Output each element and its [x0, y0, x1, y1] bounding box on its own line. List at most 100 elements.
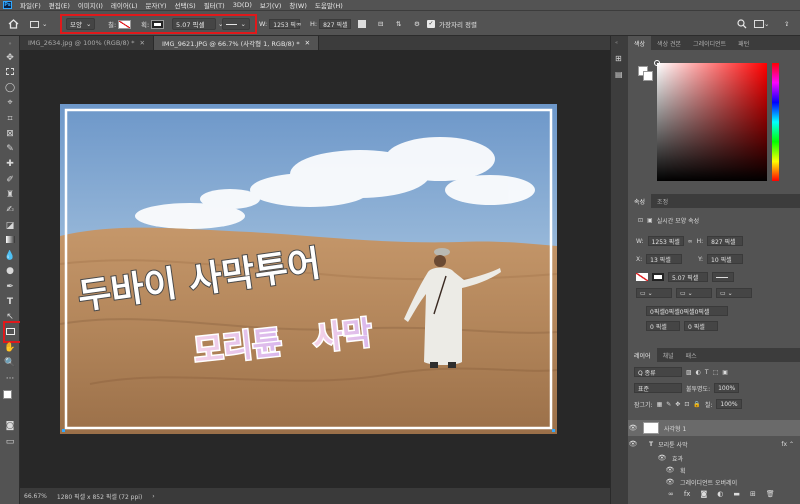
- props-width-field[interactable]: 1253 픽셀: [647, 236, 684, 246]
- props-stroke-width-field[interactable]: 5.07 픽셀: [668, 272, 708, 282]
- brush-tool-icon[interactable]: ✐: [4, 174, 16, 186]
- menu-3d[interactable]: 3D(D): [233, 1, 252, 9]
- share-icon[interactable]: ⇪: [784, 18, 789, 30]
- type-tool-icon[interactable]: T: [4, 296, 16, 308]
- props-stroke-swatch[interactable]: [652, 273, 664, 281]
- new-group-icon[interactable]: ▬: [733, 490, 740, 498]
- tab-patterns[interactable]: 패턴: [732, 36, 755, 50]
- tab-swatches[interactable]: 색상 견본: [651, 36, 687, 50]
- settings-gear-icon[interactable]: ⚙: [414, 18, 420, 30]
- pen-tool-icon[interactable]: ✒: [4, 281, 16, 293]
- tab-layers[interactable]: 레이어: [628, 348, 657, 362]
- status-arrow-icon[interactable]: ›: [152, 493, 154, 500]
- search-icon[interactable]: [737, 18, 747, 30]
- home-icon[interactable]: [8, 18, 19, 30]
- layer-effect-gradient-row[interactable]: 👁 그레이디언트 오버레이: [628, 476, 800, 488]
- width-field[interactable]: W: 1253 픽: [259, 18, 300, 30]
- path-alignment-icon[interactable]: ⊟: [378, 18, 383, 30]
- zoom-tool-icon[interactable]: 🔍: [4, 357, 16, 369]
- menu-help[interactable]: 도움말(H): [315, 0, 343, 10]
- fill-opacity-field[interactable]: 100%: [716, 399, 742, 409]
- frame-tool-icon[interactable]: ⊠: [4, 128, 16, 140]
- props-stroke-caps-dropdown[interactable]: ▭ ⌄: [676, 288, 712, 298]
- visibility-eye-icon[interactable]: 👁: [628, 440, 638, 448]
- menu-image[interactable]: 이미지(I): [78, 0, 103, 10]
- crop-tool-icon[interactable]: ⌗: [4, 113, 16, 125]
- props-stroke-corners-dropdown[interactable]: ▭ ⌄: [716, 288, 752, 298]
- tool-preset-picker[interactable]: ⌄: [30, 18, 47, 30]
- blur-tool-icon[interactable]: 💧: [4, 250, 16, 262]
- path-operations-icon[interactable]: [358, 18, 366, 30]
- layer-row-rectangle[interactable]: 👁 사각형 1: [628, 420, 800, 436]
- eraser-tool-icon[interactable]: ◪: [4, 220, 16, 232]
- tab-adjustments[interactable]: 조정: [651, 194, 674, 208]
- collapse-tools-icon[interactable]: »: [4, 38, 16, 50]
- menu-layer[interactable]: 레이어(L): [111, 0, 138, 10]
- delete-layer-icon[interactable]: 🗑: [766, 490, 775, 498]
- lock-pixels-icon[interactable]: ✎: [666, 401, 671, 408]
- filter-shape-icon[interactable]: ⬚: [713, 369, 719, 376]
- path-arrangement-icon[interactable]: ⇅: [396, 18, 401, 30]
- close-icon[interactable]: ✕: [305, 39, 310, 47]
- history-brush-tool-icon[interactable]: ✍: [4, 204, 16, 216]
- add-style-icon[interactable]: fx: [684, 490, 691, 498]
- lock-position-icon[interactable]: ✥: [675, 401, 680, 408]
- menu-window[interactable]: 창(W): [289, 0, 306, 10]
- tab-properties[interactable]: 속성: [628, 194, 652, 208]
- tab-img-9621[interactable]: IMG_9621.JPG @ 66.7% (사각형 1, RGB/8) * ✕: [153, 36, 320, 50]
- color-picker-field[interactable]: [654, 60, 767, 181]
- lock-transparent-icon[interactable]: ▦: [657, 401, 663, 408]
- filter-smart-icon[interactable]: ▣: [722, 369, 728, 376]
- more-tools-icon[interactable]: ···: [4, 373, 16, 385]
- link-icon[interactable]: ∞: [296, 18, 301, 30]
- tab-channels[interactable]: 채널: [657, 348, 680, 362]
- props-fill-swatch[interactable]: [636, 273, 648, 281]
- visibility-eye-icon[interactable]: 👁: [665, 478, 675, 486]
- close-icon[interactable]: ✕: [140, 39, 145, 47]
- hue-slider[interactable]: [772, 63, 779, 181]
- quick-select-tool-icon[interactable]: ⌖: [4, 97, 16, 109]
- filter-adjustment-icon[interactable]: ◐: [696, 369, 701, 376]
- height-field[interactable]: H: 827 픽셀: [310, 18, 352, 30]
- align-edges-option[interactable]: ✓ 가장자리 정렬: [427, 18, 477, 30]
- props-corner-1-field[interactable]: 0 픽셀: [646, 321, 680, 331]
- clone-stamp-tool-icon[interactable]: ♜: [4, 189, 16, 201]
- tab-color[interactable]: 색상: [628, 36, 652, 50]
- marquee-tool-icon[interactable]: [4, 67, 16, 79]
- layer-name[interactable]: 사각형 1: [664, 424, 686, 433]
- visibility-eye-icon[interactable]: 👁: [628, 424, 638, 432]
- selection-handle[interactable]: [62, 429, 65, 432]
- menu-select[interactable]: 선택(S): [175, 0, 196, 10]
- props-height-field[interactable]: 827 픽셀: [707, 236, 744, 246]
- lock-all-icon[interactable]: 🔒: [693, 401, 700, 408]
- move-tool-icon[interactable]: ✥: [4, 52, 16, 64]
- layer-name[interactable]: 모리튠 사막: [658, 440, 688, 449]
- history-panel-icon[interactable]: ⊞: [615, 54, 622, 63]
- foreground-color-swatch[interactable]: [3, 390, 12, 399]
- zoom-level[interactable]: 66.67%: [24, 493, 47, 500]
- color-picker-cursor[interactable]: [654, 60, 660, 66]
- menu-edit[interactable]: 편집(E): [49, 0, 70, 10]
- visibility-eye-icon[interactable]: 👁: [665, 466, 675, 474]
- props-stroke-type-dropdown[interactable]: [712, 272, 734, 282]
- eyedropper-tool-icon[interactable]: ✎: [4, 143, 16, 155]
- color-background-swatch[interactable]: [643, 71, 653, 81]
- tab-paths[interactable]: 패스: [680, 348, 703, 362]
- adjustments-panel-icon[interactable]: ▤: [615, 70, 623, 79]
- new-layer-icon[interactable]: ⊞: [750, 490, 756, 498]
- selection-handle[interactable]: [552, 429, 555, 432]
- props-corner-radius-all-field[interactable]: 0픽셀0픽셀0픽셀0픽셀: [646, 306, 728, 316]
- layer-row-text[interactable]: 👁 T 모리튠 사막 fx ⌃: [628, 438, 800, 450]
- healing-brush-tool-icon[interactable]: ✚: [4, 158, 16, 170]
- screen-mode-icon[interactable]: ▭: [4, 436, 16, 448]
- collapse-panels-icon[interactable]: «: [615, 40, 618, 46]
- adjustment-layer-icon[interactable]: ◐: [717, 490, 723, 498]
- menu-view[interactable]: 보기(V): [260, 0, 281, 10]
- document-canvas-image[interactable]: 두바이 사막투어 모리튠 사막: [60, 104, 557, 434]
- add-mask-icon[interactable]: ◙: [700, 490, 707, 498]
- filter-pixel-icon[interactable]: ▨: [686, 369, 692, 376]
- lock-artboard-icon[interactable]: ⊡: [684, 401, 689, 408]
- align-edges-checkbox[interactable]: ✓: [427, 20, 435, 28]
- tab-img-2634[interactable]: IMG_2634.jpg @ 100% (RGB/8) * ✕: [20, 36, 154, 50]
- layer-kind-filter[interactable]: Q 종류: [634, 367, 682, 377]
